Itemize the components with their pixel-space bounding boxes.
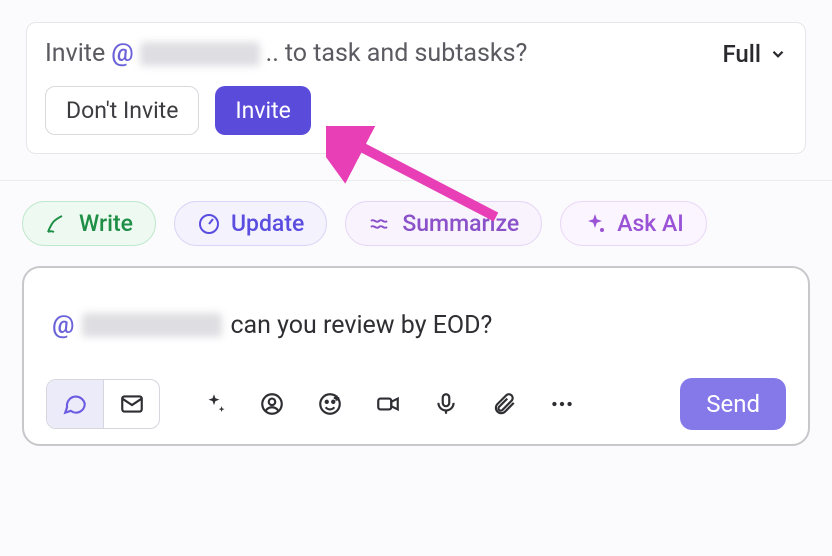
paperclip-icon: [491, 391, 517, 417]
mention-button[interactable]: [258, 390, 286, 418]
gauge-icon: [197, 212, 221, 236]
redacted-name: [140, 42, 260, 66]
invite-button[interactable]: Invite: [215, 86, 310, 135]
microphone-icon: [433, 391, 459, 417]
attach-button[interactable]: [490, 390, 518, 418]
ask-ai-chip[interactable]: Ask AI: [560, 201, 707, 246]
comment-text: can you review by EOD?: [230, 311, 492, 340]
envelope-icon: [119, 391, 145, 417]
dont-invite-button[interactable]: Don't Invite: [45, 86, 199, 135]
chat-mode-button[interactable]: [47, 380, 103, 428]
sparkle-icon: [583, 212, 607, 236]
mention-icon: [259, 391, 285, 417]
summarize-chip-label: Summarize: [402, 210, 519, 237]
video-icon: [375, 391, 401, 417]
video-button[interactable]: [374, 390, 402, 418]
emoji-button[interactable]: [316, 390, 344, 418]
ai-sparkle-button[interactable]: [200, 390, 228, 418]
mention-at-sign: @: [52, 311, 74, 340]
waves-icon: [368, 212, 392, 236]
invite-banner: Invite @ .. to task and subtasks? Full D…: [26, 22, 806, 154]
chat-bubble-icon: [62, 391, 88, 417]
summarize-chip[interactable]: Summarize: [345, 201, 542, 246]
mention-redacted-name: [82, 313, 222, 337]
invite-scope-label: Full: [722, 40, 761, 68]
ai-suggestion-chips: Write Update Summarize Ask AI: [0, 181, 832, 266]
invite-suffix: to task and subtasks?: [285, 39, 527, 68]
record-audio-button[interactable]: [432, 390, 460, 418]
at-sign: @: [111, 39, 133, 68]
comment-input[interactable]: @ can you review by EOD?: [46, 290, 786, 360]
write-chip-label: Write: [79, 210, 133, 237]
write-chip[interactable]: Write: [22, 201, 156, 246]
update-chip-label: Update: [231, 210, 304, 237]
more-options-button[interactable]: [548, 390, 576, 418]
invite-ellipsis: ..: [266, 39, 279, 68]
emoji-plus-icon: [317, 391, 343, 417]
invite-prefix: Invite: [45, 39, 105, 68]
write-icon: [45, 212, 69, 236]
dots-horizontal-icon: [549, 391, 575, 417]
invite-prompt-text: Invite @ .. to task and subtasks?: [45, 39, 527, 68]
comment-composer: @ can you review by EOD?: [22, 266, 810, 446]
update-chip[interactable]: Update: [174, 201, 327, 246]
email-mode-button[interactable]: [103, 380, 159, 428]
chevron-down-icon: [769, 45, 787, 63]
sparkles-icon: [201, 391, 227, 417]
invite-scope-dropdown[interactable]: Full: [722, 40, 787, 68]
mode-toggle: [46, 379, 160, 429]
send-button[interactable]: Send: [680, 378, 786, 430]
ask-ai-chip-label: Ask AI: [617, 210, 684, 237]
